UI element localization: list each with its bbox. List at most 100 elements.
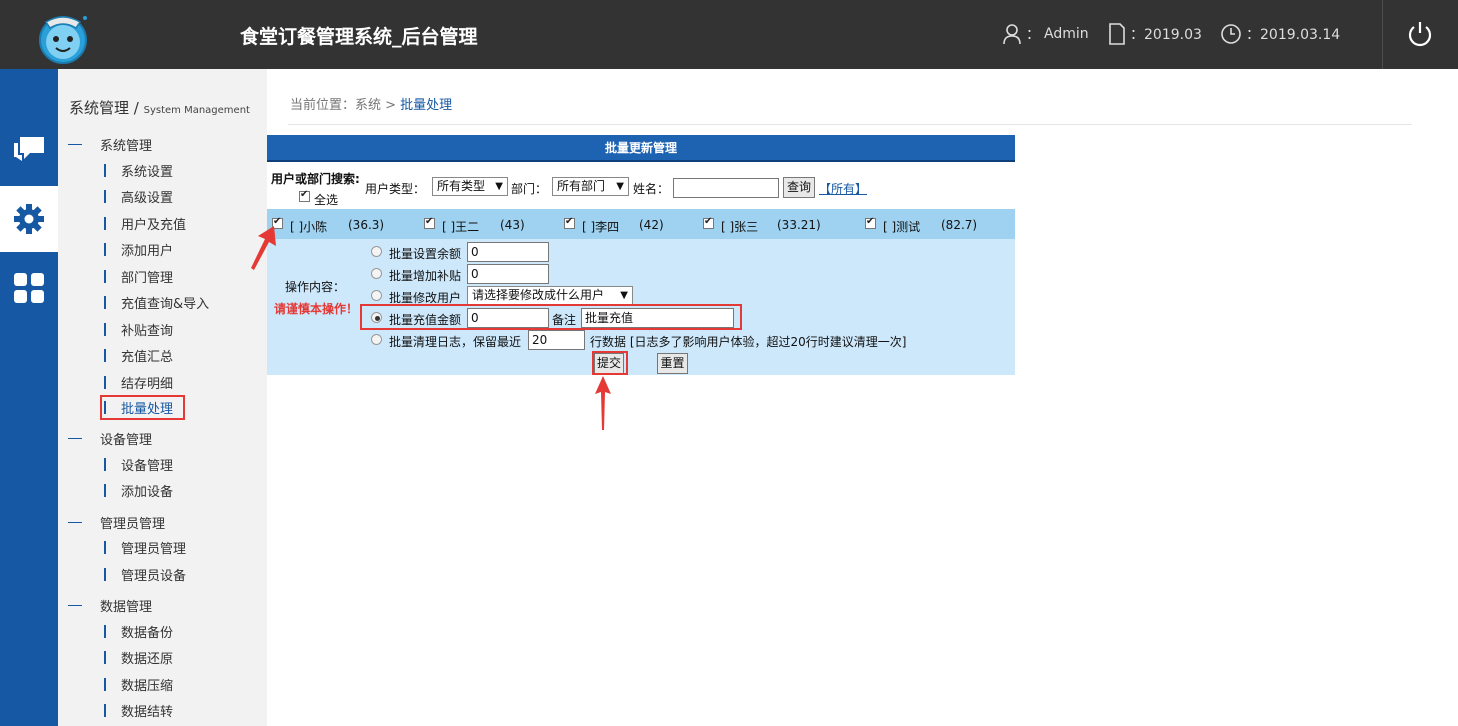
annotation-arrow-icon <box>251 226 276 270</box>
sidebar-item-dept-manage[interactable]: 部门管理 <box>104 266 173 286</box>
op-set-balance-input[interactable]: 0 <box>467 242 549 262</box>
batch-update-panel: 批量更新管理 用户或部门搜索: 全选 用户类型： 所有类型 ▼ 部门： 所有部门 ▼… <box>267 135 1015 375</box>
sidebar-title: 系统管理 / System Management <box>69 97 250 118</box>
user-label: [ ]李四 <box>582 220 620 234</box>
user-checkbox[interactable] <box>564 216 575 229</box>
item-label: 数据还原 <box>121 651 174 667</box>
sidebar-item-data-backup[interactable]: 数据备份 <box>104 621 173 641</box>
op-add-subsidy-input[interactable]: 0 <box>467 264 549 284</box>
rail-messages-button[interactable] <box>0 117 58 183</box>
header-date: ：2019.03.14 <box>1220 22 1340 46</box>
sidebar-title-text: 系统管理 / <box>69 99 139 117</box>
op-modify-user-select[interactable]: 请选择要修改成什么用户 ▼ <box>467 286 633 305</box>
sidebar-item-device-manage[interactable]: 设备管理 <box>104 454 173 474</box>
op-clean-log-radio[interactable] <box>371 334 382 345</box>
sidebar-item-subsidy-query[interactable]: 补贴查询 <box>104 319 173 339</box>
group-label: 系统管理 <box>100 139 153 154</box>
name-input[interactable] <box>673 178 779 198</box>
dropdown-arrow-icon: ▼ <box>495 181 503 192</box>
op-clean-log-label: 批量清理日志，保留最近 <box>389 335 522 349</box>
top-header: 食堂订餐管理系统_后台管理 ： Admin ：2019.03 ：2019.03.… <box>0 0 1458 69</box>
item-label: 用户及充值 <box>121 217 187 233</box>
header-month: ：2019.03 <box>1108 22 1202 46</box>
sidebar-item-balance-detail[interactable]: 结存明细 <box>104 372 173 392</box>
user-label: [ ]测试 <box>883 220 921 234</box>
dept-select[interactable]: 所有部门 ▼ <box>552 177 629 196</box>
sidebar-title-en: System Management <box>143 105 250 116</box>
header-divider <box>1382 0 1383 69</box>
highlight-box-submit <box>592 351 628 375</box>
item-label: 数据压缩 <box>121 678 174 694</box>
group-label: 设备管理 <box>100 433 153 448</box>
user-type-value: 所有类型 <box>437 179 486 193</box>
user-amount: (33.21) <box>777 218 821 232</box>
sidebar-item-admin-device[interactable]: 管理员设备 <box>104 564 186 584</box>
sidebar-item-data-compress[interactable]: 数据压缩 <box>104 674 173 694</box>
sidebar-item-users-recharge[interactable]: 用户及充值 <box>104 213 186 233</box>
sidebar-item-add-user[interactable]: 添加用户 <box>104 239 173 259</box>
breadcrumb-prefix: 当前位置：系统 > <box>290 98 397 113</box>
op-modify-user-value: 请选择要修改成什么用户 <box>472 288 605 302</box>
reset-button[interactable]: 重置 <box>657 353 688 374</box>
sidebar-group-system[interactable]: 系统管理 <box>68 135 152 154</box>
sidebar-item-recharge-query[interactable]: 充值查询&导入 <box>104 292 209 312</box>
user-label: [ ]张三 <box>721 220 759 234</box>
logo-icon <box>39 16 87 64</box>
annotation-arrow-icon <box>595 376 611 430</box>
item-label: 数据结转 <box>121 704 174 720</box>
item-label: 管理员设备 <box>121 568 187 584</box>
all-link[interactable]: 【所有】 <box>819 180 867 197</box>
user-type-label: 用户类型： <box>365 182 426 196</box>
op-set-balance-label: 批量设置余额 <box>389 247 462 261</box>
item-label: 补贴查询 <box>121 323 174 339</box>
user-checkbox[interactable] <box>865 216 876 229</box>
sidebar-item-data-restore[interactable]: 数据还原 <box>104 647 173 667</box>
item-label: 结存明细 <box>121 376 174 392</box>
user-checkbox[interactable] <box>703 216 714 229</box>
dropdown-arrow-icon: ▼ <box>620 290 628 301</box>
query-button[interactable]: 查询 <box>783 177 815 198</box>
date-label: ：2019.03.14 <box>1246 27 1341 43</box>
rail-settings-button[interactable] <box>0 186 58 252</box>
breadcrumb: 当前位置：系统 > 批量处理 <box>290 94 452 113</box>
sidebar-item-system-settings[interactable]: 系统设置 <box>104 160 173 180</box>
dept-label: 部门： <box>511 182 548 196</box>
power-icon[interactable] <box>1406 20 1434 48</box>
item-label: 添加设备 <box>121 484 174 500</box>
gear-icon <box>14 204 44 234</box>
ops-label: 操作内容： <box>285 280 346 294</box>
sidebar-item-advanced-settings[interactable]: 高级设置 <box>104 186 173 206</box>
header-user[interactable]: ： Admin <box>1002 22 1089 46</box>
user-type-select[interactable]: 所有类型 ▼ <box>432 177 508 196</box>
op-modify-user-radio[interactable] <box>371 290 382 301</box>
chat-icon <box>14 137 44 161</box>
item-label: 部门管理 <box>121 270 174 286</box>
breadcrumb-current[interactable]: 批量处理 <box>400 98 452 113</box>
app-title: 食堂订餐管理系统_后台管理 <box>240 26 478 48</box>
user-icon <box>1003 24 1021 45</box>
highlight-box-sidebar <box>100 395 185 420</box>
sidebar-item-admin-manage[interactable]: 管理员管理 <box>104 537 186 557</box>
search-row: 用户或部门搜索: 全选 用户类型： 所有类型 ▼ 部门： 所有部门 ▼ 姓名： 查询… <box>267 164 1015 209</box>
user-amount: (43) <box>500 218 525 232</box>
user-name: Admin <box>1044 26 1089 42</box>
user-checkbox[interactable] <box>424 216 435 229</box>
sidebar-item-add-device[interactable]: 添加设备 <box>104 480 173 500</box>
op-add-subsidy-radio[interactable] <box>371 268 382 279</box>
rail-apps-button[interactable] <box>0 255 58 321</box>
clock-icon <box>1221 24 1241 44</box>
user-sep: ： <box>1026 27 1040 43</box>
select-all-checkbox[interactable] <box>299 189 310 202</box>
op-add-subsidy-label: 批量增加补贴 <box>389 269 462 283</box>
op-set-balance-radio[interactable] <box>371 246 382 257</box>
sidebar-item-recharge-summary[interactable]: 充值汇总 <box>104 345 173 365</box>
item-label: 管理员管理 <box>121 541 187 557</box>
sidebar-group-device[interactable]: 设备管理 <box>68 429 152 448</box>
item-label: 添加用户 <box>121 243 174 259</box>
op-clean-log-input[interactable]: 20 <box>528 330 585 350</box>
sidebar-item-data-carryover[interactable]: 数据结转 <box>104 700 173 720</box>
sidebar-group-admin[interactable]: 管理员管理 <box>68 513 165 532</box>
sidebar-group-data[interactable]: 数据管理 <box>68 596 152 615</box>
dept-value: 所有部门 <box>557 179 606 193</box>
dropdown-arrow-icon: ▼ <box>616 181 624 192</box>
